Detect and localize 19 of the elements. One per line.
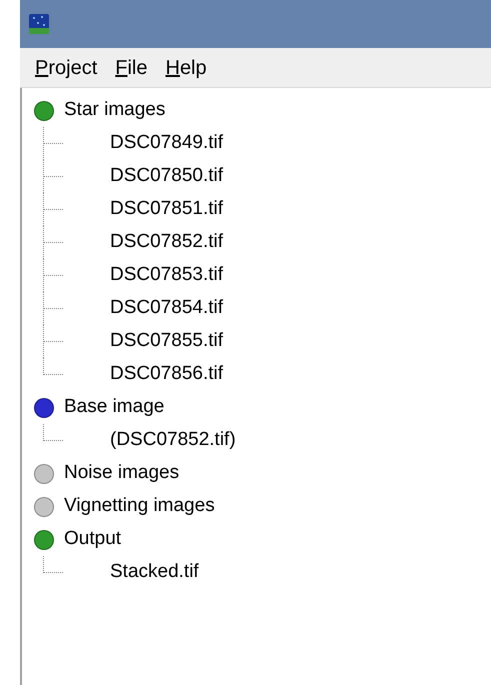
tree-leaf[interactable]: DSC07850.tif (110, 162, 224, 191)
tree-node[interactable]: Noise images (64, 459, 180, 488)
tree-node[interactable]: Base image (64, 393, 164, 422)
menu-item[interactable]: Project (35, 58, 98, 78)
menu-item[interactable]: File (115, 58, 148, 78)
tree-leaf[interactable]: (DSC07852.tif) (110, 426, 236, 455)
tree-leaf[interactable]: DSC07852.tif (110, 228, 224, 257)
tree-leaf[interactable]: DSC07849.tif (110, 129, 224, 158)
tree-node[interactable]: Star images (64, 96, 166, 125)
tree-leaf[interactable]: Stacked.tif (110, 558, 199, 587)
tree-leaf[interactable]: DSC07851.tif (110, 195, 224, 224)
tree-leaf[interactable]: DSC07855.tif (110, 327, 224, 356)
app-icon (28, 13, 50, 35)
tree-node[interactable]: Output (64, 525, 122, 554)
tree-leaf[interactable]: DSC07856.tif (110, 360, 224, 389)
tree-node[interactable]: Vignetting images (64, 492, 215, 521)
tree-leaf[interactable]: DSC07853.tif (110, 261, 224, 290)
tree-leaf[interactable]: DSC07854.tif (110, 294, 224, 323)
menu-item[interactable]: Help (165, 58, 207, 78)
